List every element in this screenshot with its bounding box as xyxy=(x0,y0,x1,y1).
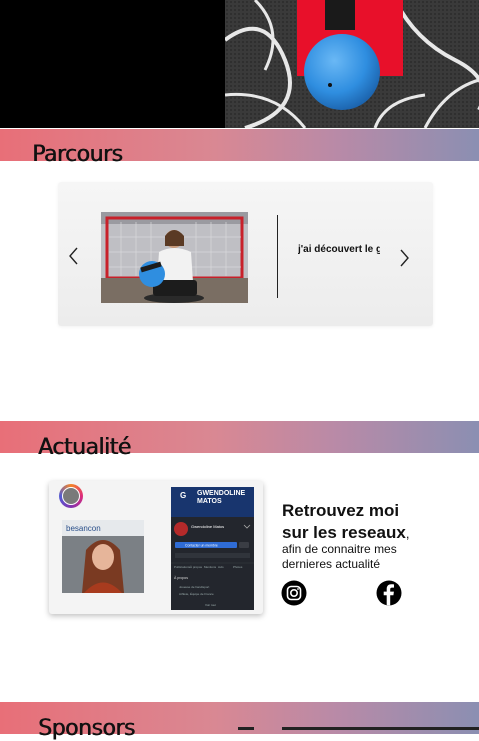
carousel-slide-text: j'ai découvert le g xyxy=(298,244,380,255)
sponsors-title: Sponsors xyxy=(38,716,135,741)
fb-tab: Mentions xyxy=(204,565,217,569)
facebook-link[interactable] xyxy=(376,580,402,606)
carousel-divider xyxy=(277,215,278,298)
fb-tab: Avis xyxy=(218,565,224,569)
chevron-right-icon xyxy=(400,249,409,267)
facebook-icon xyxy=(376,580,402,606)
facebook-page-screenshot: G GWENDOLINE MATOS Gwendoline Matos Cont… xyxy=(171,487,254,610)
fb-row: Joueuse de handisport xyxy=(179,585,210,589)
carousel-slide-photo xyxy=(101,212,248,303)
instagram-link[interactable] xyxy=(281,580,307,606)
social-heading-comma: , xyxy=(405,526,410,541)
fb-tab: Photos xyxy=(233,565,243,569)
carousel-prev-button[interactable] xyxy=(65,245,83,267)
portrait-caption: besancon xyxy=(66,524,101,533)
parcours-title: Parcours xyxy=(32,142,123,167)
fb-row: Athlète, Équipe de France xyxy=(179,591,214,596)
svg-text:GWENDOLINE: GWENDOLINE xyxy=(197,490,246,497)
social-subtext: afin de connaitre mes dernieres actualit… xyxy=(282,542,397,571)
social-heading: Retrouvez moi sur les reseaux, xyxy=(282,500,442,545)
fb-footer: Voir tout xyxy=(205,603,216,607)
svg-text:MATOS: MATOS xyxy=(197,498,222,505)
portrait-photo: besancon xyxy=(62,520,144,593)
fb-button-label: Contacter un membre xyxy=(185,544,218,548)
fb-tab: À propos xyxy=(190,565,203,569)
fb-profile-name: Gwendoline Matos xyxy=(191,524,224,529)
hero-goalball-image xyxy=(225,0,479,128)
instagram-icon xyxy=(281,580,307,606)
fb-row: À propos xyxy=(174,576,188,580)
avatar xyxy=(62,487,80,505)
social-heading-line2: sur les reseaux xyxy=(282,523,406,542)
chevron-left-icon xyxy=(69,247,78,265)
actualite-title: Actualité xyxy=(38,435,131,460)
carousel-next-button[interactable] xyxy=(395,247,413,269)
svg-text:G: G xyxy=(180,491,186,500)
fb-tab: Publications xyxy=(174,565,191,569)
social-heading-line1: Retrouvez moi xyxy=(282,501,400,520)
hero-black-panel xyxy=(0,0,225,128)
